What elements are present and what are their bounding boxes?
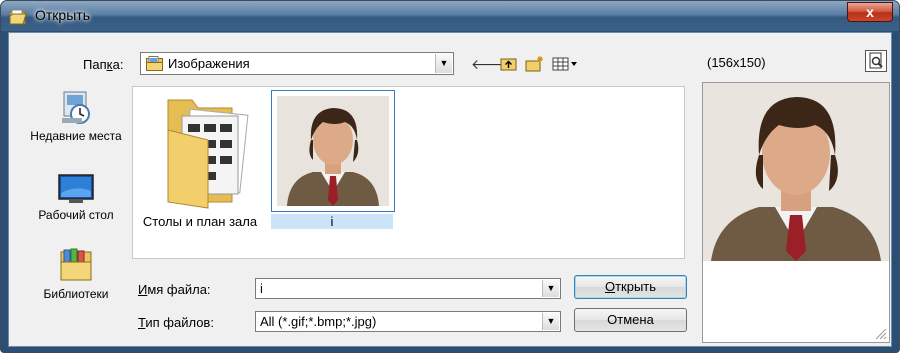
folder-icon [167, 99, 249, 209]
libraries-icon [60, 248, 92, 281]
chevron-down-icon[interactable]: ▼ [542, 313, 559, 330]
folder-open-icon [9, 9, 27, 25]
filetype-label: Тип файлов: [138, 315, 214, 330]
chevron-down-icon[interactable]: ▼ [542, 280, 559, 297]
up-folder-icon[interactable] [498, 54, 520, 74]
file-item-label: i [271, 214, 393, 229]
chevron-down-icon[interactable]: ▼ [435, 54, 452, 73]
place-label: Библиотеки [43, 287, 109, 301]
filename-label: Имя файла: [138, 282, 211, 297]
place-recent[interactable]: Недавние места [27, 88, 125, 143]
place-libraries[interactable]: Библиотеки [27, 248, 125, 301]
places-bar: Недавние места Рабочий стол Библиотеки [27, 88, 125, 343]
filetype-value: All (*.gif;*.bmp;*.jpg) [260, 314, 377, 329]
filetype-combobox[interactable]: All (*.gif;*.bmp;*.jpg) ▼ [255, 311, 561, 332]
pictures-folder-icon [146, 56, 163, 71]
preview-toggle-icon[interactable] [865, 50, 887, 72]
lookin-combobox[interactable]: Изображения ▼ [140, 52, 454, 75]
file-item-image[interactable]: i [271, 90, 395, 229]
cancel-button[interactable]: Отмена [574, 308, 687, 332]
portrait-preview-image [703, 83, 889, 261]
open-file-dialog: Открыть x Папка: Изображения ▼ 🡐 Недавни… [0, 0, 900, 353]
portrait-thumbnail [277, 96, 389, 206]
place-label: Недавние места [30, 129, 122, 143]
lookin-label: Папка: [83, 57, 124, 72]
place-desktop[interactable]: Рабочий стол [27, 173, 125, 222]
file-item-folder[interactable]: Столы и план зала [139, 90, 261, 229]
back-arrow-icon[interactable]: 🡐 [471, 54, 509, 74]
title-bar[interactable]: Открыть x [1, 1, 899, 31]
desktop-icon [58, 174, 94, 203]
filename-combobox[interactable]: i ▼ [255, 278, 561, 299]
view-menu-icon[interactable] [551, 54, 579, 74]
preview-pane [702, 82, 890, 343]
filename-value: i [260, 281, 263, 296]
window-title: Открыть [35, 7, 90, 23]
close-button[interactable]: x [847, 2, 893, 22]
recent-places-icon [62, 91, 90, 124]
preview-size-label: (156x150) [707, 55, 766, 70]
place-label: Рабочий стол [38, 208, 114, 222]
open-button[interactable]: Открыть [574, 275, 687, 299]
resize-grip-icon[interactable] [873, 326, 887, 340]
file-item-label: Столы и план зала [142, 214, 258, 229]
current-folder-name: Изображения [168, 56, 250, 71]
file-list-view[interactable]: Столы и план зала i [132, 86, 685, 259]
new-folder-icon[interactable] [524, 54, 546, 74]
dialog-body: Папка: Изображения ▼ 🡐 Недавние места Ра… [8, 32, 892, 347]
